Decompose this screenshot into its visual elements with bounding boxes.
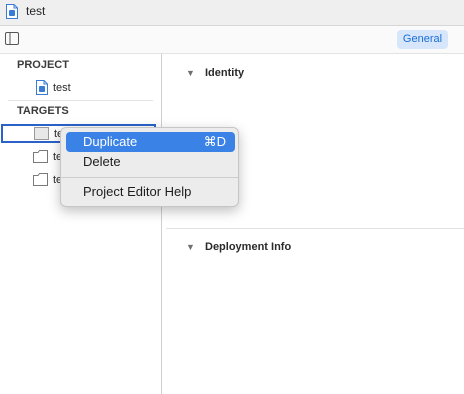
disclosure-triangle-icon[interactable]: ▼	[186, 68, 195, 78]
title-bar: test	[0, 0, 464, 26]
window-title: test	[26, 4, 46, 18]
section-divider	[166, 228, 464, 229]
project-editor	[162, 54, 464, 394]
menu-item-delete[interactable]: Delete	[66, 152, 235, 172]
menu-item-duplicate[interactable]: Duplicate ⌘D	[66, 132, 235, 152]
target-icon	[34, 127, 49, 140]
project-item-label: test	[53, 82, 71, 94]
context-menu: Duplicate ⌘D Delete Project Editor Help	[60, 127, 239, 207]
project-file-icon	[6, 4, 18, 19]
folder-icon	[33, 150, 48, 163]
menu-separator	[61, 177, 238, 178]
editor-toolbar: General	[0, 26, 464, 54]
folder-icon	[33, 173, 48, 186]
menu-item-project-editor-help[interactable]: Project Editor Help	[66, 182, 235, 202]
project-section-header: PROJECT	[17, 59, 69, 71]
disclosure-triangle-icon[interactable]: ▼	[186, 242, 195, 252]
menu-item-label: Project Editor Help	[83, 184, 192, 199]
menu-item-shortcut: ⌘D	[203, 134, 226, 149]
identity-section-title: Identity	[205, 67, 245, 79]
targets-section-header: TARGETS	[17, 105, 69, 117]
menu-item-label: Delete	[83, 154, 121, 169]
project-file-icon	[36, 80, 48, 95]
tab-general[interactable]: General	[397, 30, 448, 49]
deployment-info-section-title: Deployment Info	[205, 241, 292, 253]
sidebar-toggle-icon[interactable]	[5, 32, 19, 45]
menu-item-label: Duplicate	[83, 134, 138, 149]
sidebar-divider	[8, 100, 153, 101]
